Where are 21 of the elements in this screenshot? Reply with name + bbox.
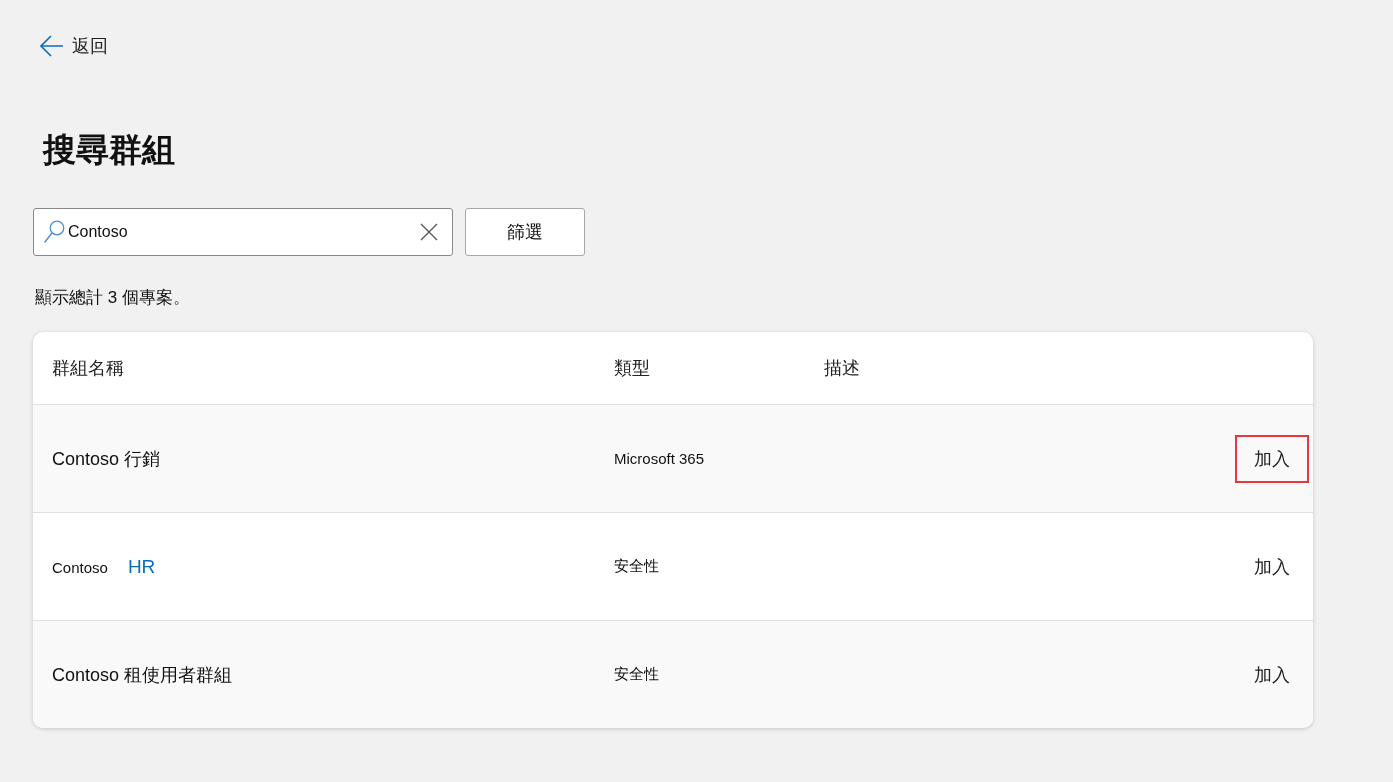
join-button[interactable]: 加入: [1235, 434, 1309, 483]
page-title: 搜尋群組: [43, 130, 175, 170]
group-name: Contoso 租使用者群組: [52, 663, 233, 687]
column-header: 類型: [614, 358, 650, 378]
column-header: 描述: [824, 358, 860, 378]
group-name: Contoso: [52, 558, 108, 576]
result-count: 顯示總計 3 個專案。: [35, 287, 190, 309]
group-name: Contoso 行銷: [52, 447, 161, 471]
filter-button[interactable]: 篩選: [465, 208, 585, 256]
column-header: 群組名稱: [52, 357, 124, 380]
group-link[interactable]: HR: [127, 555, 156, 578]
group-type: 安全性: [614, 557, 659, 574]
group-type: 安全性: [614, 665, 659, 682]
clear-icon[interactable]: [420, 223, 438, 241]
join-button[interactable]: 加入: [1235, 650, 1309, 699]
search-icon: [43, 220, 65, 244]
back-arrow-icon: [40, 35, 64, 57]
back-link[interactable]: 返回: [40, 33, 108, 59]
group-type: Microsoft 365: [614, 449, 705, 467]
join-button[interactable]: 加入: [1235, 542, 1309, 591]
search-field[interactable]: Contoso: [33, 208, 453, 256]
